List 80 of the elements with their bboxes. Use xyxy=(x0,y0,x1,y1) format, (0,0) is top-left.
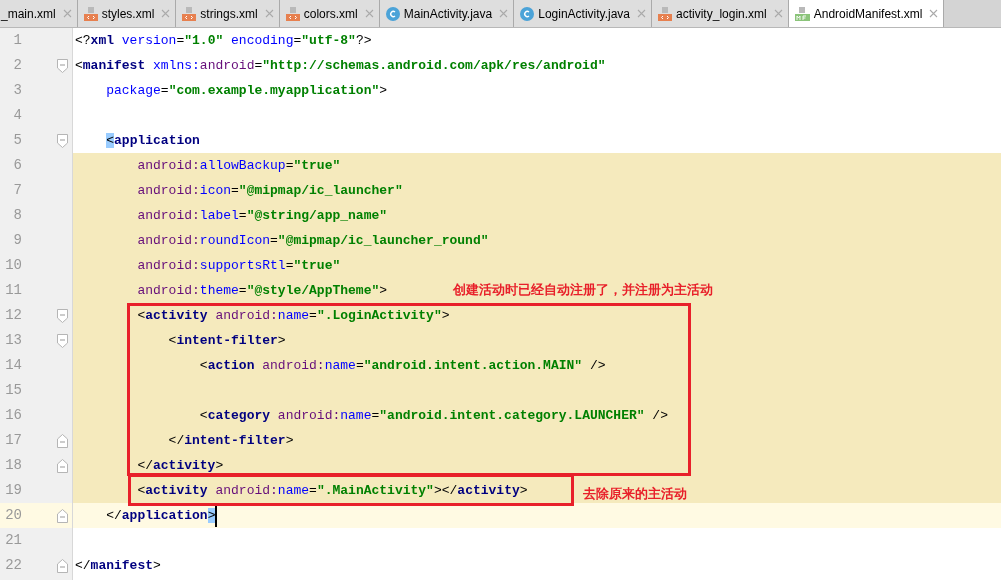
line-number: 22 xyxy=(4,556,23,575)
tab-label: LoginActivity.java xyxy=(538,6,631,21)
fold-icon[interactable] xyxy=(56,58,68,73)
fold-icon[interactable] xyxy=(56,308,68,323)
line-number: 16 xyxy=(4,406,23,425)
line-number: 10 xyxy=(4,256,23,275)
close-icon[interactable] xyxy=(161,9,171,18)
line-number: 8 xyxy=(12,206,23,225)
code-line-highlight: android:allowBackup="true" xyxy=(73,153,1001,178)
class-icon xyxy=(520,6,535,21)
fold-icon[interactable] xyxy=(56,133,68,148)
editor-tab[interactable]: MainActivity.java xyxy=(379,0,515,27)
editor-tab[interactable]: styles.xml xyxy=(77,0,177,27)
close-icon[interactable] xyxy=(499,9,509,18)
tab-label: colors.xml xyxy=(303,6,358,21)
close-icon[interactable] xyxy=(773,9,783,18)
code-line-highlight: android:icon="@mipmap/ic_launcher" xyxy=(73,178,1001,203)
editor-tab[interactable]: activity_login.xml xyxy=(652,0,789,27)
editor-tab[interactable]: _main.xml xyxy=(0,0,78,27)
code-line-highlight: </application> xyxy=(73,503,1001,528)
editor-tab[interactable]: strings.xml xyxy=(176,0,280,27)
line-number: 4 xyxy=(12,106,23,125)
tab-label: AndroidManifest.xml xyxy=(813,6,923,21)
tab-label: _main.xml xyxy=(1,6,56,21)
close-icon[interactable] xyxy=(62,9,72,18)
line-number: 2 xyxy=(12,56,23,75)
line-number: 6 xyxy=(12,156,23,175)
tab-label: strings.xml xyxy=(200,6,258,21)
code-line-highlight: <activity android:name=".LoginActivity"> xyxy=(73,303,1001,328)
code-line-highlight: <action android:name="android.intent.action.MAIN" /> xyxy=(73,353,1001,378)
line-number: 19 xyxy=(4,481,23,500)
close-icon[interactable] xyxy=(364,9,374,18)
fold-icon[interactable] xyxy=(56,558,68,573)
line-number: 5 xyxy=(12,131,23,150)
line-number: 7 xyxy=(12,181,23,200)
code-line: package="com.example.myapplication"> xyxy=(105,82,389,100)
close-icon[interactable] xyxy=(637,9,647,18)
editor-tab[interactable]: LoginActivity.java xyxy=(514,0,653,27)
code-line-highlight: </intent-filter> xyxy=(73,428,1001,453)
fold-icon[interactable] xyxy=(56,508,68,523)
code-line-highlight: <intent-filter> xyxy=(73,328,1001,353)
line-number: 3 xyxy=(12,81,23,100)
close-icon[interactable] xyxy=(264,9,274,18)
line-number: 9 xyxy=(12,231,23,250)
line-number: 14 xyxy=(4,356,23,375)
xml-file-icon xyxy=(658,6,673,21)
line-number: 13 xyxy=(4,331,23,350)
annotation-note: 去除原来的主活动 xyxy=(583,486,687,503)
tab-label: activity_login.xml xyxy=(676,6,767,21)
line-number: 17 xyxy=(4,431,23,450)
code-line-highlight: <category android:name="android.intent.category.LAUNCHER" /> xyxy=(73,403,1001,428)
close-icon[interactable] xyxy=(929,9,939,18)
xml-file-icon xyxy=(285,6,300,21)
code-line-highlight: android:roundIcon="@mipmap/ic_launcher_round" xyxy=(73,228,1001,253)
line-number: 11 xyxy=(4,281,23,300)
code-line: <application xyxy=(105,132,201,150)
line-number: 1 xyxy=(12,31,23,50)
code-line: </manifest> xyxy=(74,557,162,575)
line-number: 21 xyxy=(4,531,23,550)
xml-file-icon xyxy=(182,6,197,21)
fold-icon[interactable] xyxy=(56,333,68,348)
code-line: <?xml version="1.0" encoding="utf-8"?> xyxy=(74,32,373,50)
manifest-file-icon xyxy=(794,6,810,21)
fold-icon[interactable] xyxy=(56,458,68,473)
xml-file-icon xyxy=(83,6,98,21)
editor-tab[interactable]: colors.xml xyxy=(279,0,380,27)
annotation-note: 创建活动时已经自动注册了，并注册为主活动 xyxy=(453,282,713,299)
line-number: 12 xyxy=(4,306,23,325)
line-number: 18 xyxy=(4,456,23,475)
fold-icon[interactable] xyxy=(56,433,68,448)
code-line-highlight: </activity> xyxy=(73,453,1001,478)
tab-label: styles.xml xyxy=(101,6,155,21)
line-number: 15 xyxy=(4,381,23,400)
class-icon xyxy=(385,6,400,21)
line-number: 20 xyxy=(4,506,23,525)
editor-tab[interactable]: AndroidManifest.xml xyxy=(788,0,945,27)
code-line: <manifest xmlns:android="http://schemas.android.com/apk/res/android" xyxy=(74,57,607,75)
tab-label: MainActivity.java xyxy=(403,6,493,21)
code-line-highlight: android:supportsRtl="true" xyxy=(73,253,1001,278)
code-line-highlight: android:label="@string/app_name" xyxy=(73,203,1001,228)
